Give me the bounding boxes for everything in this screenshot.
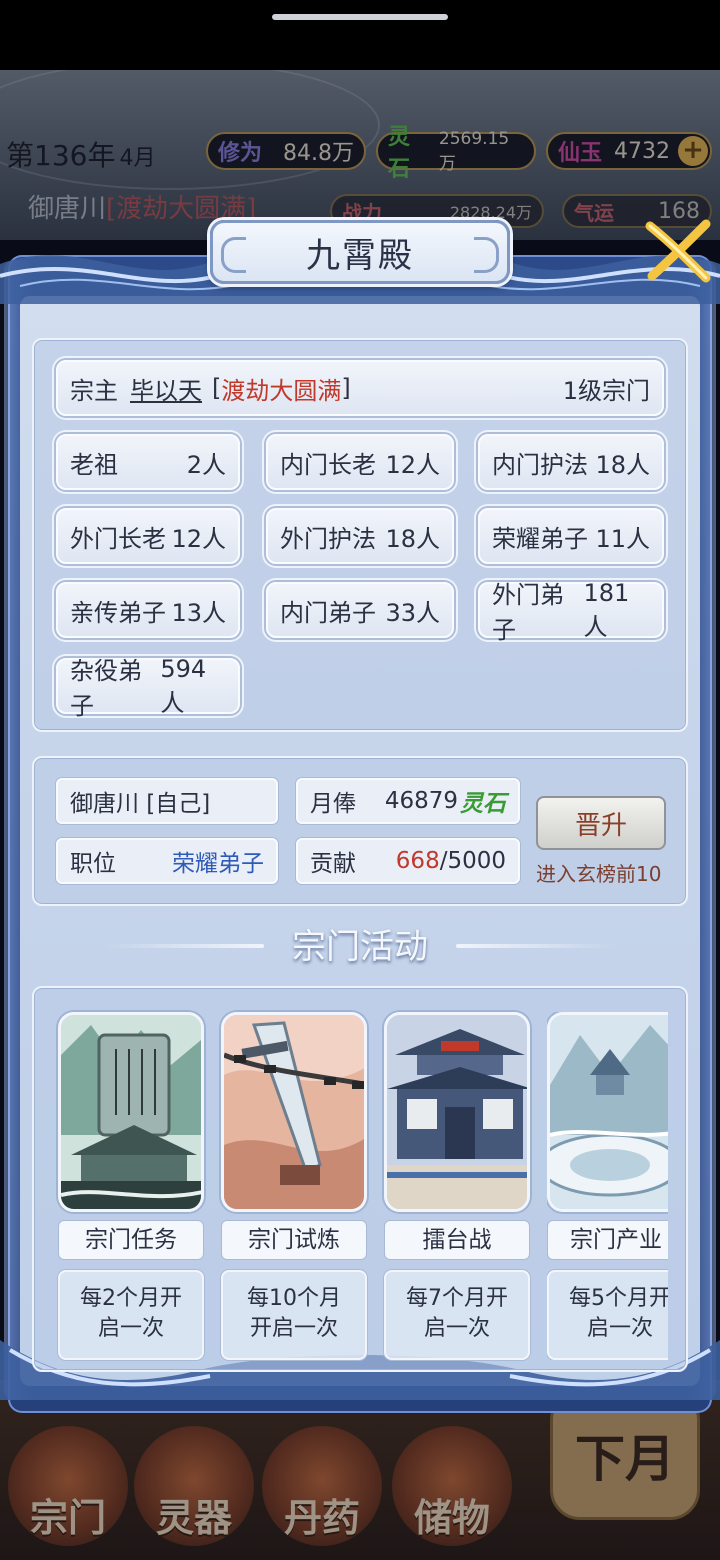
sect-trial-image[interactable]: [221, 1012, 367, 1212]
activity-frequency-line2: 启一次: [97, 1316, 164, 1341]
member-chip[interactable]: 内门护法 18人: [478, 434, 664, 490]
activity-frequency-line2: 启一次: [586, 1316, 653, 1341]
member-count: 18人: [595, 450, 650, 479]
activity-name: 宗门任务: [58, 1220, 204, 1260]
member-chip[interactable]: 杂役弟子 594人: [56, 655, 240, 720]
contribution-total: /5000: [439, 848, 506, 874]
arena-image[interactable]: [384, 1012, 530, 1212]
activity-frequency: 每10个月 开启一次: [221, 1270, 367, 1360]
salary-field: 月俸 46879 灵石: [296, 778, 520, 824]
status-bar: [0, 0, 720, 70]
member-chip[interactable]: 荣耀弟子 11人: [478, 508, 664, 564]
contribution-field: 贡献 668/5000: [296, 838, 520, 884]
member-count: 33人: [385, 598, 440, 627]
leader-realm-bracket-close: ]: [341, 374, 351, 402]
member-role: 外门弟子: [492, 581, 564, 644]
member-count: 12人: [171, 524, 226, 553]
promote-requirement-text: 进入玄榜前10: [536, 862, 662, 886]
modal-title-plaque: 九霄殿: [210, 220, 510, 284]
leader-label: 宗主: [70, 376, 118, 405]
promote-button[interactable]: 晋升: [536, 796, 666, 850]
member-count: 2人: [186, 450, 226, 479]
salary-label: 月俸: [310, 791, 356, 817]
contribution-label: 贡献: [310, 851, 356, 877]
member-role: 亲传弟子: [70, 598, 166, 627]
sect-task-image[interactable]: [58, 1012, 204, 1212]
activity-frequency-line2: 开启一次: [249, 1316, 338, 1341]
leader-name-link[interactable]: 毕以天: [130, 371, 202, 406]
activity-frequency-line2: 启一次: [423, 1316, 490, 1341]
activity-frequency-line1: 每2个月开: [80, 1286, 182, 1311]
position-label: 职位: [70, 851, 116, 877]
member-count: 12人: [385, 450, 440, 479]
my-name-field: 御唐川 [自己]: [56, 778, 278, 824]
activity-frequency: 每2个月开 启一次: [58, 1270, 204, 1360]
activity-name: 擂台战: [384, 1220, 530, 1260]
member-role: 内门弟子: [280, 598, 376, 627]
promote-label: 晋升: [574, 810, 627, 841]
member-chip[interactable]: 老祖 2人: [56, 434, 240, 490]
close-icon[interactable]: [640, 212, 716, 288]
member-chip[interactable]: 外门护法 18人: [266, 508, 454, 564]
member-chip[interactable]: 内门弟子 33人: [266, 582, 454, 638]
activity-frequency: 每7个月开 启一次: [384, 1270, 530, 1360]
spirit-stone-icon: 灵石: [460, 790, 506, 817]
leader-realm-bracket-open: [: [212, 374, 222, 402]
activity-card[interactable]: 宗门产业 每5个月开 启一次: [547, 1012, 668, 1360]
notch-pill: [272, 14, 448, 20]
member-role: 外门护法: [280, 524, 376, 553]
sect-industry-image[interactable]: [547, 1012, 668, 1212]
member-role: 老祖: [70, 450, 118, 479]
position-field: 职位 荣耀弟子: [56, 838, 278, 884]
activity-card[interactable]: 宗门任务 每2个月开 启一次: [58, 1012, 204, 1360]
activity-frequency-line1: 每7个月开: [406, 1286, 508, 1311]
leader-realm: 渡劫大圆满: [221, 376, 342, 405]
activity-name: 宗门产业: [547, 1220, 668, 1260]
member-role: 外门长老: [70, 524, 166, 553]
sect-leader-row: 宗主 毕以天 [渡劫大圆满] 1级宗门: [56, 360, 664, 416]
activity-card[interactable]: 擂台战 每7个月开 启一次: [384, 1012, 530, 1360]
member-role: 杂役弟子: [70, 657, 142, 720]
contribution-current: 668: [395, 848, 440, 874]
activity-frequency-line1: 每10个月: [247, 1286, 341, 1311]
activities-title: 宗门活动: [292, 927, 428, 967]
member-count: 18人: [385, 524, 440, 553]
member-count: 11人: [595, 524, 650, 553]
member-count: 13人: [171, 598, 226, 627]
activity-frequency-line1: 每5个月开: [569, 1286, 668, 1311]
member-count: 181人: [583, 578, 630, 641]
sect-level: 1级宗门: [562, 376, 650, 405]
position-value: 荣耀弟子: [172, 851, 264, 877]
activity-card[interactable]: 宗门试炼 每10个月 开启一次: [221, 1012, 367, 1360]
member-role: 内门护法: [492, 450, 588, 479]
activity-name: 宗门试炼: [221, 1220, 367, 1260]
modal-title: 九霄殿: [306, 235, 414, 276]
member-chip[interactable]: 内门长老 12人: [266, 434, 454, 490]
member-role: 内门长老: [280, 450, 376, 479]
member-role: 荣耀弟子: [492, 524, 588, 553]
salary-value: 46879: [384, 788, 458, 814]
member-chip[interactable]: 外门弟子 181人: [478, 579, 664, 644]
my-name: 御唐川 [自己]: [70, 791, 211, 817]
activity-frequency: 每5个月开 启一次: [547, 1270, 668, 1360]
member-chip[interactable]: 亲传弟子 13人: [56, 582, 240, 638]
member-count: 594人: [160, 654, 207, 717]
member-chip[interactable]: 外门长老 12人: [56, 508, 240, 564]
